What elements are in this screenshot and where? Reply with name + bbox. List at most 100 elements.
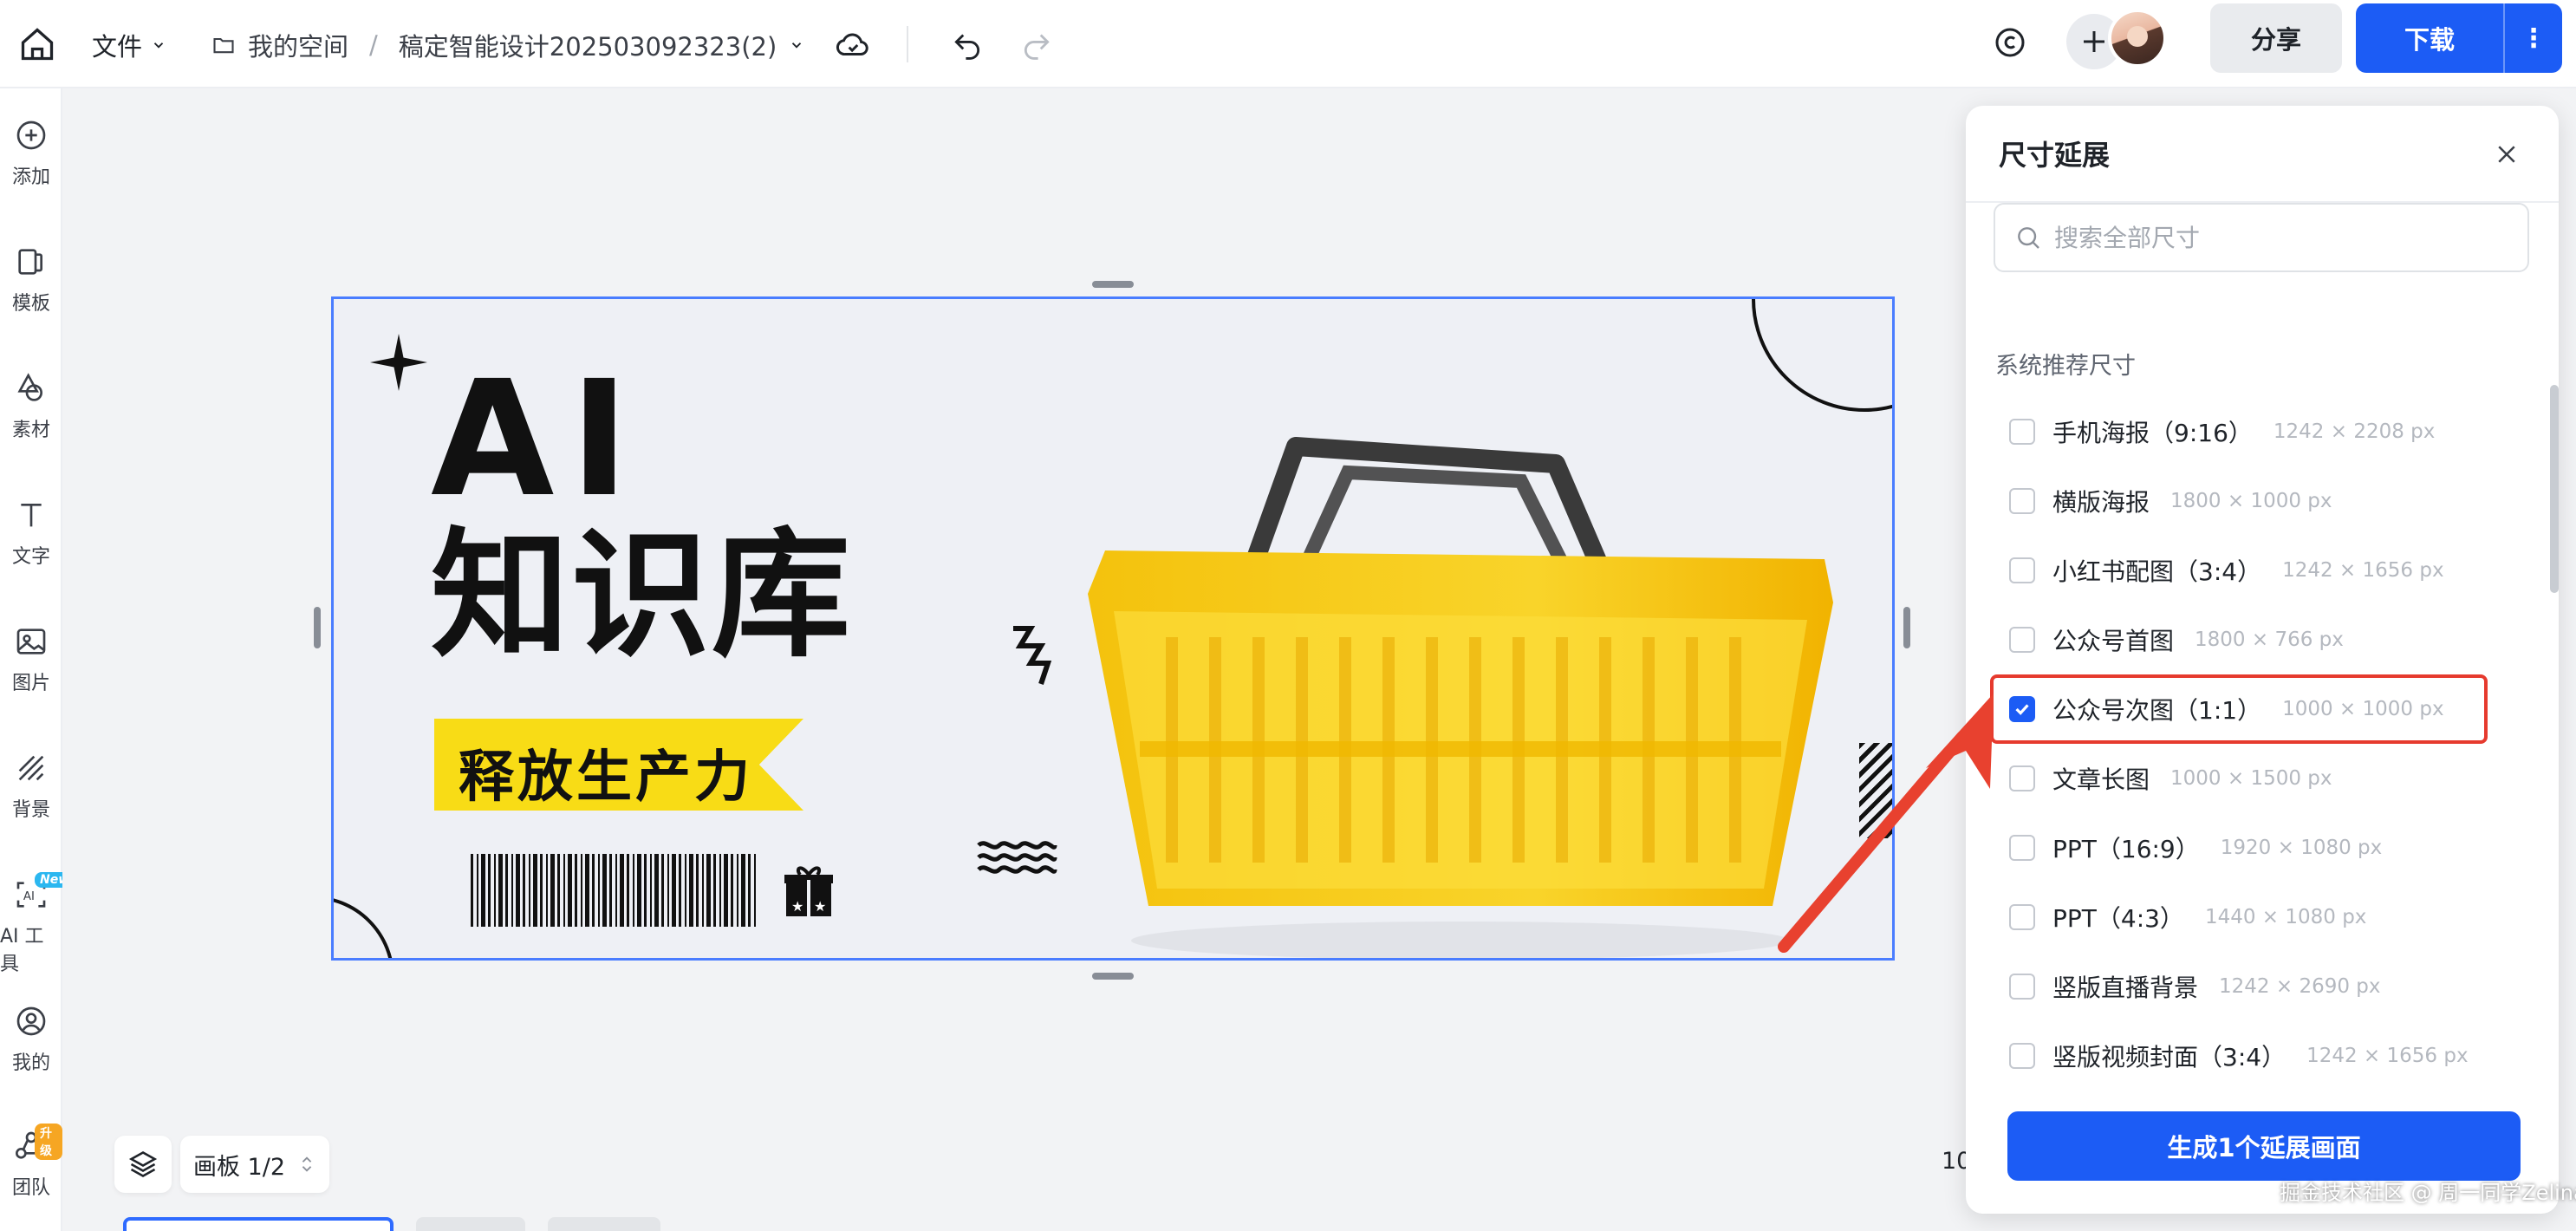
size-dimensions: 1800 × 766 px [2195, 629, 2344, 651]
size-dimensions: 1000 × 1000 px [2282, 698, 2444, 720]
document-title[interactable]: 稿定智能设计202503092323(2) [399, 27, 777, 63]
size-name: 竖版视频封面（3:4） [2052, 1043, 2287, 1071]
checkbox[interactable] [2009, 557, 2035, 583]
breadcrumb: 我的空间 / 稿定智能设计202503092323(2) [211, 21, 804, 69]
svg-text:AI: AI [23, 890, 35, 903]
redo-icon [1024, 34, 1050, 60]
sidebar-item-mine[interactable]: 我的 [0, 1004, 62, 1075]
page-thumbnail[interactable] [548, 1217, 660, 1231]
cloud-sync-button[interactable] [827, 19, 879, 71]
download-button[interactable]: 下载 ⋮ [2356, 3, 2562, 73]
sidebar-item-label: 团队 [11, 1177, 50, 1199]
size-option[interactable]: PPT（4:3） 1440 × 1080 px [1994, 891, 2496, 943]
size-name: 公众号首图 [2052, 627, 2175, 655]
shopping-basket-image[interactable] [1088, 351, 1833, 958]
avatar[interactable] [2108, 9, 2167, 68]
resize-handle-left[interactable] [314, 607, 321, 648]
wave-decor[interactable] [975, 837, 1058, 878]
resize-handle-top[interactable] [1092, 281, 1134, 288]
copyright-button[interactable] [1985, 17, 2035, 68]
checkbox[interactable] [2009, 1043, 2035, 1069]
size-extension-panel: 尺寸延展 系统推荐尺寸 手机海报（9:16） 1242 × 2208 px 横版… [1966, 106, 2559, 1214]
share-button[interactable]: 分享 [2210, 3, 2342, 73]
size-dimensions: 1920 × 1080 px [2220, 837, 2383, 859]
size-option[interactable]: PPT（16:9） 1920 × 1080 px [1994, 822, 2496, 874]
checkbox[interactable] [2009, 419, 2035, 445]
headline-knowledge-base[interactable]: 知识库 [431, 526, 852, 665]
sidebar-item-text[interactable]: 文字 [0, 498, 62, 569]
svg-text:★: ★ [791, 898, 803, 915]
sidebar-item-label: AI 工具 [0, 926, 44, 975]
size-option-selected[interactable]: 公众号次图（1:1） 1000 × 1000 px [1990, 674, 2488, 744]
size-name: PPT（4:3） [2052, 904, 2184, 933]
sidebar-item-team[interactable]: 升级 团队 [0, 1124, 62, 1200]
share-label: 分享 [2250, 25, 2301, 55]
size-option[interactable]: 公众号首图 1800 × 766 px [1994, 614, 2496, 666]
shapes-icon [17, 373, 42, 401]
gift-icon[interactable]: ★ ★ [784, 864, 833, 918]
copyright-icon [1995, 28, 2025, 57]
page-thumbnail[interactable] [416, 1217, 525, 1231]
generate-button[interactable]: 生成1个延展画面 [2007, 1111, 2521, 1181]
size-option[interactable]: 横版海报 1800 × 1000 px [1994, 475, 2496, 527]
breadcrumb-separator: / [369, 30, 378, 60]
user-icon [16, 1006, 46, 1036]
breadcrumb-space-link[interactable]: 我的空间 [248, 27, 348, 63]
size-dimensions: 1242 × 2208 px [2273, 420, 2436, 443]
size-option[interactable]: 竖版直播背景 1242 × 2690 px [1994, 961, 2496, 1013]
sidebar-item-material[interactable]: 素材 [0, 371, 62, 442]
home-button[interactable] [10, 17, 64, 71]
size-name: 公众号次图（1:1） [2052, 696, 2262, 725]
redo-button[interactable] [1012, 19, 1061, 68]
sidebar-item-add[interactable]: 添加 [0, 118, 62, 189]
cloud-sync-icon [836, 33, 868, 55]
size-search[interactable] [1994, 203, 2529, 272]
close-button[interactable] [2489, 137, 2524, 172]
sidebar-item-label: 图片 [11, 673, 50, 694]
sidebar-item-image[interactable]: 图片 [0, 624, 62, 695]
size-option[interactable]: 文章长图 1000 × 1500 px [1994, 752, 2496, 804]
more-vertical-icon[interactable]: ⋮ [2503, 3, 2562, 73]
sidebar-item-background[interactable]: 背景 [0, 751, 62, 822]
size-option[interactable]: 手机海报（9:16） 1242 × 2208 px [1994, 406, 2496, 458]
checkbox[interactable] [2009, 627, 2035, 653]
image-icon [16, 629, 46, 655]
resize-handle-right[interactable] [1903, 607, 1910, 648]
file-menu[interactable]: 文件 [92, 21, 166, 69]
headline-ai[interactable]: AI [431, 360, 645, 519]
section-label: 系统推荐尺寸 [1995, 353, 2136, 380]
size-dimensions: 1440 × 1080 px [2204, 906, 2367, 928]
size-option[interactable]: 小红书配图（3:4） 1242 × 1656 px [1994, 544, 2496, 596]
checkbox[interactable] [2009, 974, 2035, 1000]
layers-button[interactable] [114, 1136, 172, 1193]
chevron-down-icon[interactable] [789, 37, 804, 53]
toolbar-divider [907, 26, 908, 62]
zigzag-decor[interactable] [1006, 625, 1055, 686]
sidebar-item-label: 文字 [11, 546, 50, 568]
undo-icon [954, 34, 980, 60]
sidebar-item-label: 我的 [11, 1052, 50, 1074]
page-selector[interactable]: 画板 1/2 [180, 1136, 329, 1193]
artboard[interactable]: AI 知识库 释放生产力 ★ ★ [331, 296, 1895, 961]
page-thumbnail[interactable] [123, 1217, 394, 1231]
size-dimensions: 1242 × 1656 px [2306, 1045, 2469, 1067]
size-option[interactable]: 竖版视频封面（3:4） 1242 × 1656 px [1994, 1030, 2496, 1082]
slogan-banner[interactable]: 释放生产力 [434, 719, 803, 811]
sidebar-item-label: 素材 [11, 420, 50, 441]
panel-scrollbar[interactable] [2550, 385, 2559, 593]
sidebar-item-ai-tools[interactable]: AI New AI 工具 [0, 872, 75, 976]
checkbox[interactable] [2009, 488, 2035, 514]
sidebar-item-template[interactable]: 模板 [0, 244, 62, 316]
barcode-graphic[interactable] [471, 854, 757, 927]
download-label: 下载 [2404, 25, 2455, 55]
search-input[interactable] [2054, 223, 2505, 252]
sidebar-item-label: 背景 [11, 799, 50, 821]
chevrons-updown-icon [302, 1156, 312, 1172]
undo-button[interactable] [943, 19, 992, 68]
sidebar-item-label: 添加 [11, 166, 50, 188]
resize-handle-bottom[interactable] [1092, 973, 1134, 980]
close-icon [2498, 146, 2515, 163]
size-name: 手机海报（9:16） [2052, 419, 2253, 447]
text-icon [21, 504, 42, 527]
size-dimensions: 1800 × 1000 px [2170, 490, 2332, 512]
